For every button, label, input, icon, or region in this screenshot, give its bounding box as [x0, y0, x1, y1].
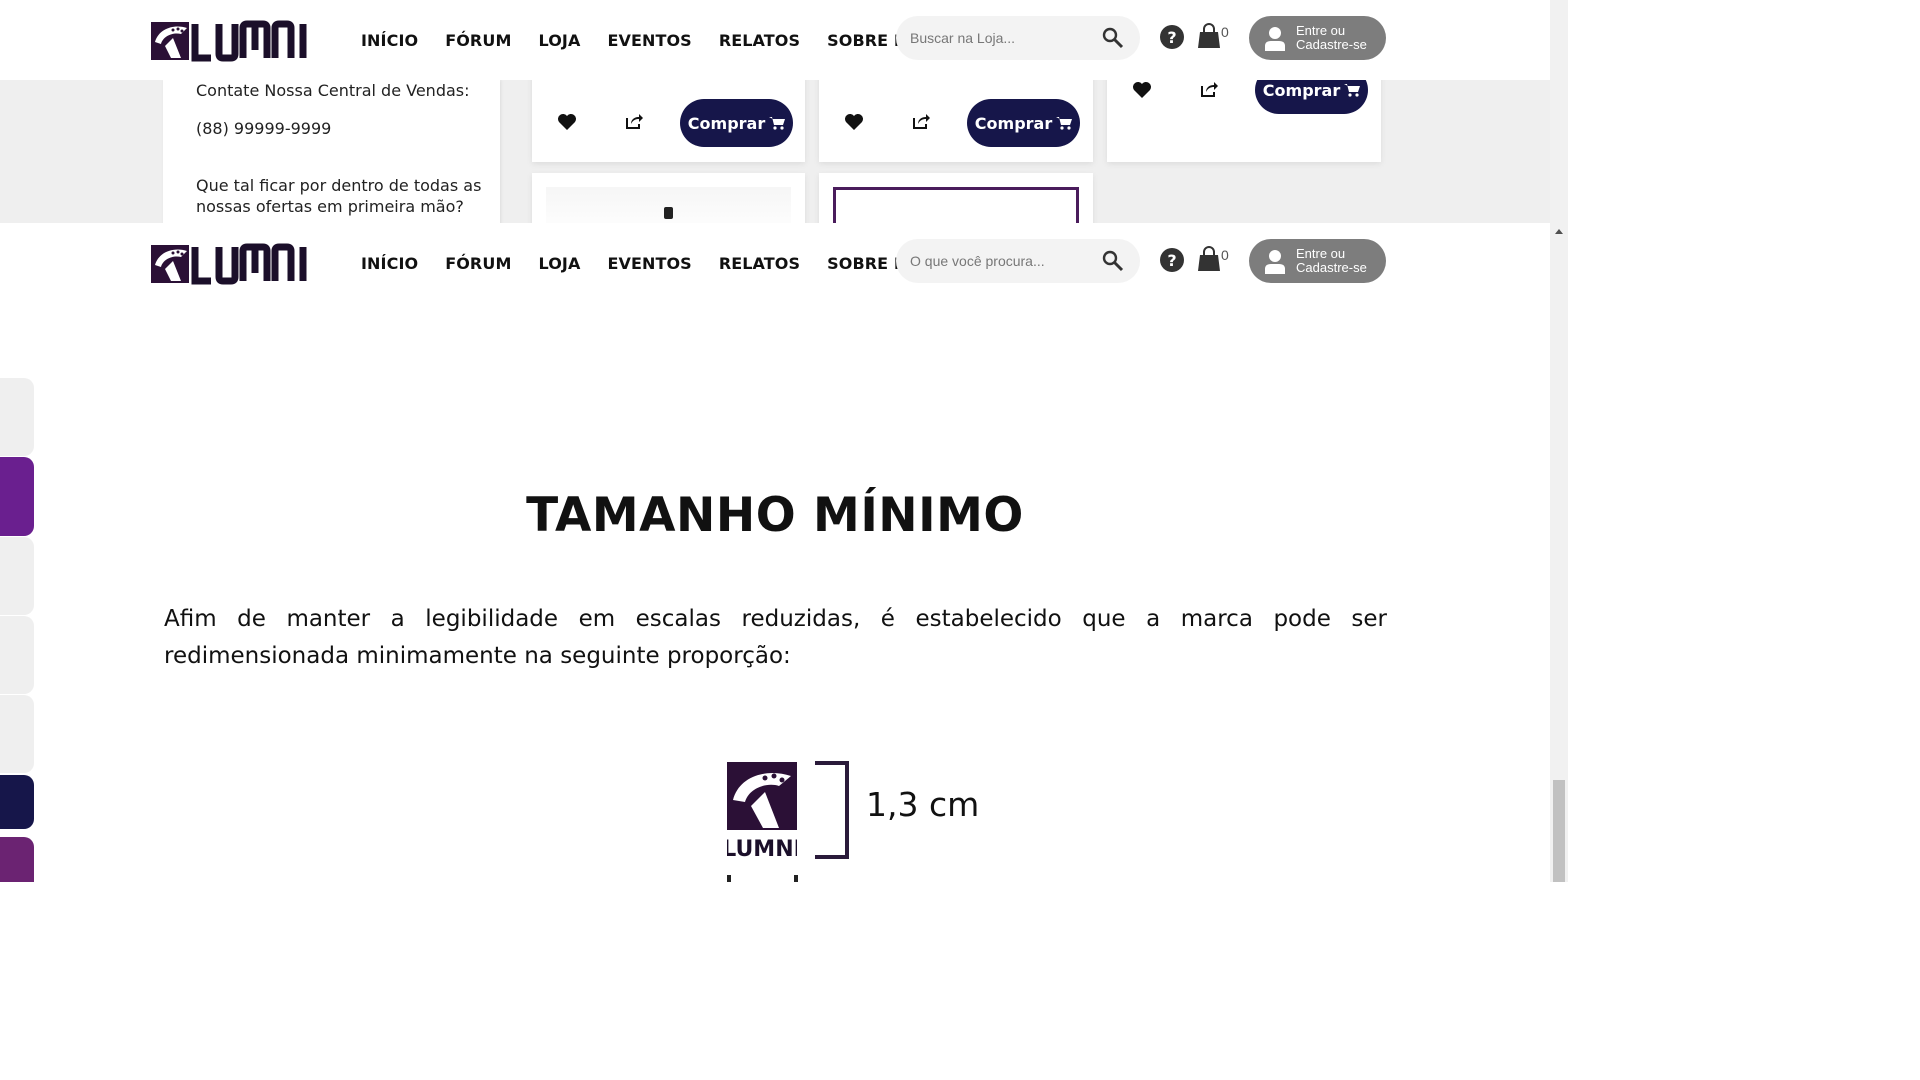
site-header: INÍCIO FÓRUM LOJA EVENTOS RELATOS SOBRE …	[0, 0, 1550, 80]
search-input[interactable]	[910, 27, 1090, 49]
site-header: INÍCIO FÓRUM LOJA EVENTOS RELATOS SOBRE …	[0, 223, 1550, 303]
svg-text:?: ?	[1167, 28, 1176, 47]
nav-inicio[interactable]: INÍCIO	[361, 254, 418, 273]
section-title: TAMANHO MÍNIMO	[526, 488, 1024, 543]
nav-forum[interactable]: FÓRUM	[445, 254, 511, 273]
heart-icon[interactable]	[1132, 81, 1152, 99]
cart-icon	[1344, 84, 1361, 97]
lumni-logo[interactable]	[151, 20, 311, 62]
login-button[interactable]: Entre ou Cadastre-se	[1249, 239, 1386, 283]
side-tab-4[interactable]	[0, 616, 34, 694]
buy-button[interactable]: Comprar	[680, 99, 793, 147]
share-icon[interactable]	[1199, 80, 1219, 98]
nav-eventos[interactable]: EVENTOS	[607, 254, 691, 273]
scrollbar[interactable]	[1550, 0, 1568, 223]
heart-icon[interactable]	[557, 113, 577, 131]
side-tab-1[interactable]	[0, 378, 34, 456]
product-image	[833, 187, 1079, 223]
main-page: INÍCIO FÓRUM LOJA EVENTOS RELATOS SOBRE …	[0, 223, 1568, 882]
main-nav: INÍCIO FÓRUM LOJA EVENTOS RELATOS SOBRE …	[361, 223, 960, 303]
side-tab-7[interactable]	[0, 837, 34, 882]
side-tab-6[interactable]	[0, 775, 34, 829]
search-box	[896, 16, 1140, 60]
newsletter-line-2: nossas ofertas em primeira mão?	[196, 197, 464, 216]
width-mark-right	[794, 875, 798, 882]
login-button[interactable]: Entre ou Cadastre-se	[1249, 16, 1386, 60]
nav-relatos[interactable]: RELATOS	[719, 254, 800, 273]
section-paragraph: Afim de manter a legibilidade em escalas…	[164, 606, 1387, 669]
scroll-up-arrow-icon[interactable]	[1555, 229, 1563, 234]
cart-count: 0	[1221, 24, 1229, 40]
min-logo-caption: LUMNI	[727, 837, 797, 858]
side-tab-5[interactable]	[0, 695, 34, 773]
nav-relatos[interactable]: RELATOS	[719, 31, 800, 50]
cart-icon	[1056, 117, 1073, 130]
heart-icon[interactable]	[844, 113, 864, 131]
main-nav: INÍCIO FÓRUM LOJA EVENTOS RELATOS SOBRE …	[361, 0, 960, 80]
user-icon	[1265, 250, 1285, 274]
nav-inicio[interactable]: INÍCIO	[361, 31, 418, 50]
buy-button[interactable]: Comprar	[967, 99, 1080, 147]
scrollbar[interactable]	[1550, 223, 1568, 882]
nav-loja[interactable]: LOJA	[538, 254, 580, 273]
share-icon[interactable]	[911, 112, 931, 130]
side-tab-3[interactable]	[0, 537, 34, 615]
nav-forum[interactable]: FÓRUM	[445, 31, 511, 50]
nav-loja[interactable]: LOJA	[538, 31, 580, 50]
lumni-min-logo: LUMNI	[727, 762, 797, 858]
phone-number: (88) 99999-9999	[196, 119, 332, 138]
login-label: Entre ou Cadastre-se	[1296, 246, 1367, 275]
user-icon	[1265, 27, 1285, 51]
cart-icon	[769, 117, 786, 130]
contact-label: Contate Nossa Central de Vendas:	[196, 81, 470, 100]
share-icon[interactable]	[624, 112, 644, 130]
search-box	[896, 239, 1140, 283]
product-card	[532, 173, 805, 223]
svg-text:?: ?	[1167, 251, 1176, 270]
search-icon[interactable]	[1102, 27, 1124, 49]
newsletter-line-1: Que tal ficar por dentro de todas as	[196, 176, 482, 195]
scroll-thumb[interactable]	[1553, 780, 1565, 882]
shopping-bag-icon[interactable]	[1197, 23, 1221, 49]
help-icon[interactable]: ?	[1160, 248, 1184, 272]
product-thumbnail	[664, 207, 673, 219]
background-page: Contate Nossa Central de Vendas: (88) 99…	[0, 0, 1568, 223]
contact-panel: Contate Nossa Central de Vendas: (88) 99…	[163, 80, 500, 223]
size-bracket	[815, 761, 849, 859]
shopping-bag-icon[interactable]	[1197, 246, 1221, 272]
width-mark-left	[727, 875, 731, 882]
search-input[interactable]	[910, 250, 1090, 272]
login-label: Entre ou Cadastre-se	[1296, 23, 1367, 52]
nav-eventos[interactable]: EVENTOS	[607, 31, 691, 50]
min-size-label: 1,3 cm	[866, 785, 980, 824]
search-icon[interactable]	[1102, 250, 1124, 272]
product-card	[819, 173, 1093, 223]
help-icon[interactable]: ?	[1160, 25, 1184, 49]
cart-count: 0	[1221, 247, 1229, 263]
lumni-logo[interactable]	[151, 243, 311, 285]
